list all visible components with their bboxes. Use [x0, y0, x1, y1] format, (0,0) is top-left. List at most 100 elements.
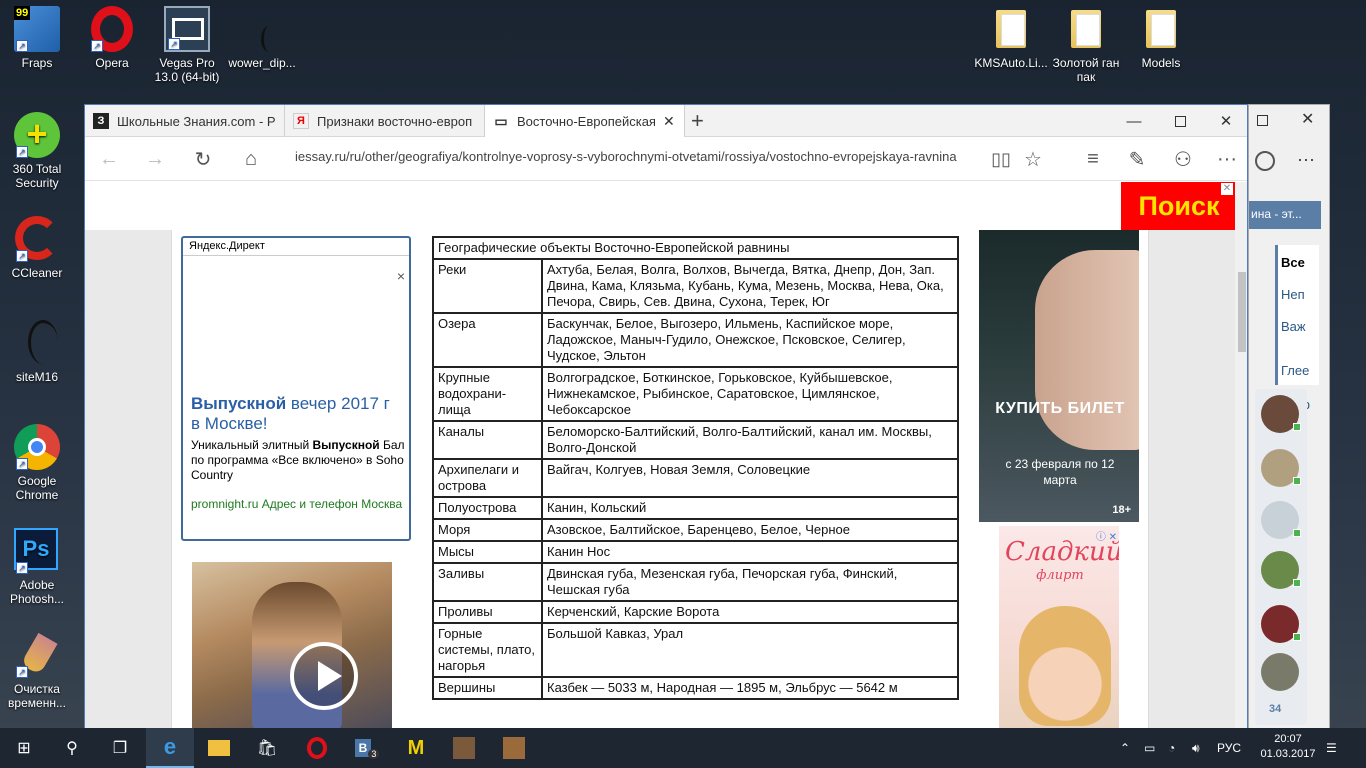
table-row: Реки Ахтуба, Белая, Волга, Волхов, Вычегд…	[432, 258, 959, 314]
edge-taskbar-icon[interactable]: e	[146, 728, 194, 768]
refresh-icon[interactable]: ↻	[185, 143, 221, 175]
start-windows-icon[interactable]: ⊞	[0, 728, 48, 768]
avatar[interactable]	[1261, 449, 1301, 487]
store-taskbar-icon[interactable]: 🛍	[243, 728, 291, 768]
desktop-icon-chrome[interactable]: ↗ Google Chrome	[0, 424, 74, 502]
desktop-icon-label: Adobe Photosh...	[9, 578, 65, 606]
vk-page-title: ина - эт...	[1249, 201, 1321, 229]
wifi-icon[interactable]: ◔	[1168, 728, 1175, 768]
vk-menu-item[interactable]: Важ	[1281, 319, 1306, 334]
scrollbar[interactable]	[1235, 182, 1247, 729]
back-icon[interactable]: ←	[91, 143, 127, 175]
maximize-icon[interactable]	[1257, 115, 1268, 126]
language-indicator[interactable]: РУС	[1217, 728, 1241, 768]
search-ad-button[interactable]: Поиск	[1121, 182, 1237, 230]
row-objects: Керченский, Карские Ворота	[541, 600, 959, 624]
desktop-folder-kmsauto[interactable]: KMSAuto.Li...	[974, 10, 1048, 70]
avatar[interactable]	[1261, 605, 1301, 643]
table-row: Моря Азовское, Балтийское, Баренцево, Бел…	[432, 518, 959, 542]
maximize-icon[interactable]	[1157, 105, 1203, 137]
task-view-icon[interactable]: ❐	[96, 728, 144, 768]
tab-yandex[interactable]: Я Признаки восточно-европ	[285, 105, 485, 137]
ad-title-bold: Выпускной	[191, 394, 287, 413]
row-objects: Баскунчак, Белое, Выгозеро, Ильмень, Кас…	[541, 312, 959, 368]
desktop-icon-sitem16[interactable]: siteM16	[0, 320, 74, 384]
clock[interactable]: 20:07 01.03.2017	[1258, 732, 1318, 762]
tab-znaniya[interactable]: З Школьные Знания.com - Р	[85, 105, 285, 137]
home-icon[interactable]: ⌂	[233, 143, 269, 175]
ad-title[interactable]: Выпускной вечер 2017 г в Москве!	[191, 394, 401, 434]
volume-icon[interactable]: 🔊︎	[1192, 728, 1200, 768]
mathcad-taskbar-icon[interactable]: M	[392, 728, 440, 768]
avatar[interactable]	[1261, 653, 1299, 691]
desktop-folder-gold[interactable]: Золотой ган пак	[1049, 10, 1123, 84]
desktop-icon-cleanup[interactable]: ↗ Очистка временн...	[0, 632, 74, 710]
web-note-icon[interactable]: ✎	[1119, 143, 1155, 175]
desktop-icon-opera[interactable]: ↗ Opera	[75, 6, 149, 70]
desktop-icon-photoshop[interactable]: Ps ↗ Adobe Photosh...	[0, 528, 74, 606]
folder-icon	[1063, 10, 1109, 52]
row-category: Проливы	[432, 600, 543, 624]
vk-menu-item[interactable]: Неп	[1281, 287, 1305, 302]
scrollbar-thumb[interactable]	[1238, 272, 1246, 352]
geography-table: Географические объекты Восточно-Европейс…	[432, 236, 959, 700]
vk-menu-item-all[interactable]: Все	[1281, 255, 1305, 270]
minimize-icon[interactable]: —	[1111, 105, 1157, 137]
ticket-ad[interactable]: КУПИТЬ БИЛЕТ с 23 февраля по 12 марта 18…	[979, 230, 1139, 522]
new-tab-icon[interactable]: +	[691, 108, 704, 134]
close-icon[interactable]: ✕	[1301, 109, 1314, 129]
ad-dates: с 23 февраля по 12 марта	[1005, 457, 1115, 487]
row-category: Мысы	[432, 540, 543, 564]
broom-icon: ↗	[14, 632, 60, 678]
desktop-icon-ccleaner[interactable]: ↗ CCleaner	[0, 216, 74, 280]
reading-view-icon[interactable]: ▯▯	[983, 143, 1019, 175]
app-taskbar-icon[interactable]	[490, 728, 538, 768]
battery-icon[interactable]: ▭	[1144, 728, 1155, 768]
row-category: Реки	[432, 258, 543, 314]
desktop-folder-models[interactable]: Models	[1124, 10, 1198, 70]
ad-link[interactable]: promnight.ru Адрес и телефон Москва	[191, 496, 405, 512]
explorer-taskbar-icon[interactable]	[195, 728, 243, 768]
avatar[interactable]	[1261, 551, 1301, 589]
address-bar[interactable]: iessay.ru/ru/other/geografiya/kontrolnye…	[295, 149, 975, 164]
desktop-icon-fraps[interactable]: 99 ↗ Fraps	[0, 6, 74, 70]
tab-active[interactable]: ▭ Восточно-Европейская ✕	[485, 105, 685, 138]
tab-close-icon[interactable]: ✕	[663, 113, 675, 130]
vk-taskbar-icon[interactable]: В3	[343, 728, 391, 768]
close-window-icon[interactable]: ✕	[1203, 105, 1247, 137]
background-browser-window[interactable]: ✕ ··· ина - эт... Все Неп Важ Глее юр 34	[1248, 104, 1330, 730]
desktop-icon-label: Очистка временн...	[8, 682, 66, 710]
desktop-icon-vegas[interactable]: ↗ Vegas Pro 13.0 (64-bit)	[150, 6, 224, 84]
favorites-star-icon[interactable]: ☆	[1015, 143, 1051, 175]
more-icon[interactable]: ···	[1209, 143, 1245, 175]
play-icon[interactable]	[290, 642, 358, 710]
more-icon[interactable]: ···	[1297, 149, 1315, 170]
extensions-icon[interactable]	[1255, 151, 1275, 171]
video-ad[interactable]	[192, 562, 392, 729]
edge-browser-window[interactable]: З Школьные Знания.com - Р Я Признаки вос…	[84, 104, 1248, 730]
notifications-icon[interactable]: ☰	[1326, 728, 1337, 768]
hub-icon[interactable]: ≡	[1075, 143, 1111, 175]
share-icon[interactable]: ⚇	[1165, 143, 1201, 175]
desktop-icon-wower[interactable]: wower_dip...	[225, 6, 299, 70]
camera-icon[interactable]	[1261, 501, 1301, 539]
tab-bar: З Школьные Знания.com - Р Я Признаки вос…	[85, 105, 1247, 138]
table-header-row: Географические объекты Восточно-Европейс…	[432, 236, 959, 260]
ad-header: Яндекс.Директ	[183, 238, 409, 256]
game-ad[interactable]: ⓘ ✕ Сладкий флирт	[999, 526, 1119, 729]
yandex-direct-ad[interactable]: Яндекс.Директ × Выпускной вечер 2017 г в…	[181, 236, 411, 541]
search-icon[interactable]: ⚲	[48, 728, 96, 768]
desktop-icon-360[interactable]: + ↗ 360 Total Security	[0, 112, 74, 190]
file-icon	[14, 320, 60, 366]
vk-menu-item[interactable]: Глее	[1281, 363, 1309, 378]
avatar[interactable]	[1261, 395, 1301, 433]
tab-label: Школьные Знания.com - Р	[117, 113, 276, 129]
opera-taskbar-icon[interactable]	[293, 728, 341, 768]
app-taskbar-icon[interactable]	[440, 728, 488, 768]
row-category: Каналы	[432, 420, 543, 460]
forward-icon[interactable]: →	[137, 143, 173, 175]
ad-close-icon[interactable]: ×	[397, 268, 405, 284]
tray-chevron-icon[interactable]: ⌃	[1120, 728, 1130, 768]
ad-close-icon[interactable]: ✕	[1221, 183, 1233, 195]
desktop-icon-label: Google Chrome	[15, 474, 59, 502]
